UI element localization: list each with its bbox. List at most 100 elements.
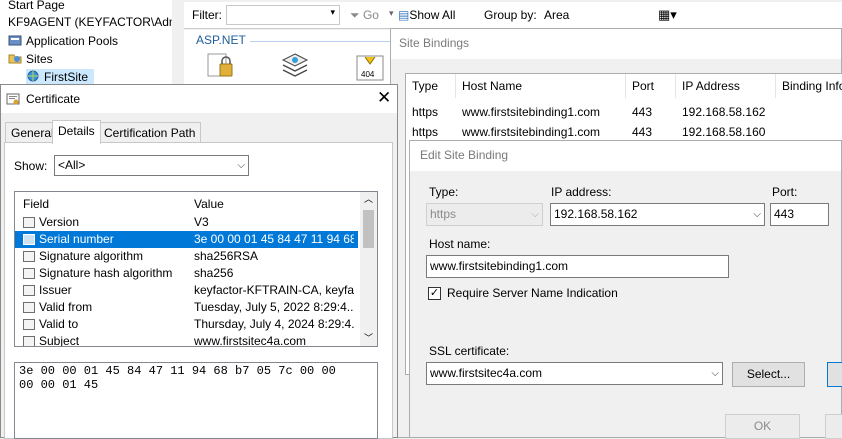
tree-item-label: Application Pools: [26, 34, 119, 48]
show-all-icon: ▤: [398, 8, 410, 22]
list-item[interactable]: Version V3: [15, 214, 358, 231]
list-item[interactable]: Serial number 3e 00 00 01 45 84 47 11 94 …: [15, 231, 358, 248]
filter-input[interactable]: ▾: [226, 5, 340, 25]
layers-icon[interactable]: [280, 50, 310, 83]
go-label: Go: [362, 8, 379, 22]
field-icon: [23, 285, 35, 296]
cancel-button[interactable]: [825, 414, 842, 439]
show-label: Show:: [14, 159, 48, 173]
table-row[interactable]: https www.firstsitebinding1.com 443 192.…: [406, 102, 842, 122]
field-value: sha256: [194, 266, 234, 280]
scrollbar-thumb[interactable]: [363, 210, 374, 248]
cell-type: https: [412, 125, 439, 139]
column-header-host-name[interactable]: Host Name: [456, 74, 626, 98]
field-value: V3: [194, 215, 209, 229]
list-item[interactable]: Issuer keyfactor-KFTRAIN-CA, keyfa...: [15, 282, 358, 299]
column-header-ip-address[interactable]: IP Address: [676, 74, 776, 98]
chevron-down-icon: ⌵: [753, 209, 761, 220]
chevron-down-icon: ⌵: [711, 368, 719, 379]
type-select: https ⌵: [426, 203, 543, 226]
site-bindings-title: Site Bindings: [391, 29, 841, 59]
field-value: keyfactor-KFTRAIN-CA, keyfa...: [194, 283, 354, 297]
edit-site-binding-dialog: Edit Site Binding Type: https ⌵ IP addre…: [409, 140, 842, 439]
error-code-text: 404: [361, 70, 375, 79]
field-name: Version: [39, 215, 80, 229]
ip-address-value: 192.168.58.162: [554, 207, 638, 221]
field-value-box[interactable]: 3e 00 00 01 45 84 47 11 94 68 b7 05 7c 0…: [14, 362, 378, 439]
go-button[interactable]: ⏷ Go: [350, 8, 379, 23]
scroll-up-icon[interactable]: ︿: [364, 192, 373, 205]
field-value: 3e 00 00 01 45 84 47 11 94 68...: [194, 232, 354, 246]
globe-icon: [26, 70, 40, 82]
tab-certification-path[interactable]: Certification Path: [98, 122, 202, 143]
field-icon: [23, 319, 35, 330]
tree-item-application-pools[interactable]: Application Pools: [8, 33, 118, 50]
checkmark-icon: ✓: [429, 287, 440, 299]
ssl-certificate-value: www.firstsitec4a.com: [430, 366, 543, 380]
column-header-value[interactable]: Value: [194, 197, 224, 211]
group-divider: [250, 41, 390, 42]
column-header-type[interactable]: Type: [406, 74, 456, 98]
error-pages-icon[interactable]: 404: [356, 54, 384, 85]
show-select[interactable]: <All> ⌵: [54, 155, 249, 176]
group-header: ASP.NET: [196, 33, 246, 47]
select-certificate-button[interactable]: Select...: [732, 362, 805, 387]
field-value: Thursday, July 4, 2024 8:29:4...: [194, 317, 354, 331]
close-icon[interactable]: ✕: [377, 88, 391, 108]
column-header-port[interactable]: Port: [626, 74, 676, 98]
field-icon: [23, 336, 35, 346]
host-name-label: Host name:: [429, 237, 491, 251]
column-header-binding-info[interactable]: Binding Info: [776, 74, 842, 98]
port-input[interactable]: 443: [770, 203, 829, 226]
list-item[interactable]: Valid from Tuesday, July 5, 2022 8:29:4..…: [15, 299, 358, 316]
view-button[interactable]: [827, 362, 842, 387]
tree-item-label: Sites: [26, 52, 53, 66]
field-name: Valid from: [39, 300, 93, 314]
field-name: Signature hash algorithm: [39, 266, 173, 280]
tab-details[interactable]: Details: [52, 120, 101, 144]
tree-item-label: FirstSite: [44, 70, 89, 84]
column-header-field[interactable]: Field: [23, 197, 49, 211]
aspnet-group: ASP.NET 404: [184, 30, 390, 90]
tree-item-server[interactable]: KF9AGENT (KEYFACTOR\Adm: [8, 14, 179, 31]
certificate-dialog: Certificate ✕ General Details Certificat…: [0, 84, 398, 439]
show-value: <All>: [58, 158, 86, 172]
fields-list-header: Field Value: [15, 192, 358, 214]
type-label: Type:: [429, 185, 459, 199]
cell-type: https: [412, 105, 439, 119]
ip-address-select[interactable]: 192.168.58.162 ⌵: [550, 203, 765, 226]
cell-ip-address: 192.168.58.160: [682, 125, 766, 139]
list-item[interactable]: Signature algorithm sha256RSA: [15, 248, 358, 265]
fields-list: Field Value Version V3 Serial number 3e 00 …: [14, 191, 378, 347]
list-item[interactable]: Valid to Thursday, July 4, 2024 8:29:4...: [15, 316, 358, 333]
list-item[interactable]: Subject www.firstsitec4a.com: [15, 333, 358, 346]
list-item[interactable]: Signature hash algorithm sha256: [15, 265, 358, 282]
field-icon: [23, 268, 35, 279]
table-row[interactable]: https www.firstsitebinding1.com 443 192.…: [406, 122, 842, 142]
fields-scrollbar[interactable]: ︿ ﹀: [360, 192, 377, 346]
view-mode-icon[interactable]: ▦▾: [658, 7, 677, 23]
tree-item-sites[interactable]: Sites: [8, 51, 53, 68]
field-name: Issuer: [39, 283, 72, 297]
go-dropdown-icon[interactable]: ▾: [389, 8, 394, 19]
splitter[interactable]: [172, 0, 184, 88]
ssl-certificate-select[interactable]: www.firstsitec4a.com ⌵: [426, 362, 723, 385]
show-all-button[interactable]: ▤Show All: [398, 8, 455, 22]
certificate-title: Certificate: [26, 92, 81, 106]
field-name: Signature algorithm: [39, 249, 144, 263]
authorization-icon[interactable]: [206, 52, 236, 85]
type-value: https: [430, 207, 457, 221]
scroll-down-icon[interactable]: ﹀: [364, 331, 373, 344]
port-label: Port:: [772, 185, 798, 199]
certificate-titlebar: Certificate ✕: [1, 85, 397, 113]
host-name-input[interactable]: www.firstsitebinding1.com: [426, 255, 729, 278]
group-by-select[interactable]: Area: [540, 5, 656, 25]
tree-item-label: KF9AGENT (KEYFACTOR\Adm: [8, 15, 179, 29]
tree-item-label: Start Page: [8, 0, 65, 12]
ok-button[interactable]: OK: [725, 414, 800, 439]
sni-checkbox[interactable]: ✓: [428, 287, 441, 300]
field-name: Valid to: [39, 317, 79, 331]
tree-item-start-page[interactable]: Start Page: [8, 0, 65, 14]
chevron-down-icon: ▾: [330, 7, 335, 17]
field-icon: [23, 251, 35, 262]
